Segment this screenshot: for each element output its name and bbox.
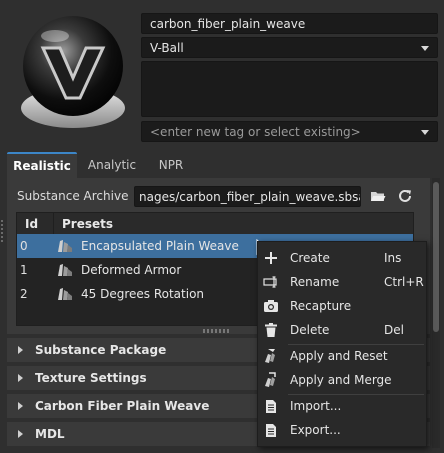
column-header-label: Id — [25, 216, 39, 231]
section-label: Substance Package — [35, 343, 167, 357]
tab-label: Realistic — [13, 159, 71, 173]
preset-icon — [57, 239, 73, 253]
menu-item-label: Rename — [290, 275, 340, 289]
chevron-down-icon — [421, 45, 429, 51]
substance-archive-label: Substance Archive — [17, 189, 129, 203]
tab-label: NPR — [158, 158, 184, 172]
expand-arrow-icon — [18, 402, 23, 410]
tab-npr[interactable]: NPR — [148, 152, 194, 178]
splitter-handle[interactable] — [1, 220, 3, 242]
tag-placeholder: <enter new tag or select existing> — [150, 124, 361, 139]
import-icon — [263, 398, 279, 414]
menu-item-label: Recapture — [290, 299, 352, 313]
section-label: Texture Settings — [35, 371, 147, 385]
column-header-label: Presets — [62, 216, 114, 231]
menu-item-delete[interactable]: Delete Del — [258, 318, 426, 342]
tab-realistic[interactable]: Realistic — [7, 152, 77, 178]
section-label: Carbon Fiber Plain Weave — [35, 399, 210, 413]
menu-item-label: Apply and Merge — [290, 373, 392, 387]
resize-grip[interactable] — [203, 329, 229, 333]
preset-icon — [57, 263, 73, 277]
preset-icon — [57, 287, 73, 301]
menu-item-shortcut: Del — [384, 323, 404, 337]
tag-combobox[interactable]: <enter new tag or select existing> — [141, 121, 438, 142]
menu-item-label: Apply and Reset — [290, 349, 388, 363]
menu-item-label: Delete — [290, 323, 330, 337]
plus-icon — [263, 250, 279, 266]
rename-icon — [263, 274, 279, 290]
column-header-presets[interactable]: Presets — [54, 213, 413, 234]
preset-name: Encapsulated Plain Weave — [81, 239, 239, 253]
chevron-down-icon — [421, 129, 429, 135]
menu-item-label: Import... — [290, 399, 342, 413]
menu-item-label: Create — [290, 251, 330, 265]
menu-item-apply-and-reset[interactable]: Apply and Reset — [258, 344, 426, 368]
trash-icon — [263, 322, 279, 338]
material-name-value: carbon_fiber_plain_weave — [150, 16, 306, 31]
menu-item-label: Export... — [290, 423, 341, 437]
expand-arrow-icon — [18, 430, 23, 438]
expand-arrow-icon — [18, 346, 23, 354]
column-header-id[interactable]: Id — [17, 213, 54, 234]
preset-name: Deformed Armor — [81, 263, 182, 277]
menu-item-shortcut: Ins — [384, 251, 402, 265]
export-icon — [263, 422, 279, 438]
menu-item-export[interactable]: Export... — [258, 418, 426, 442]
preview-shape-dropdown[interactable]: V-Ball — [141, 37, 438, 58]
apply-reset-icon — [263, 348, 279, 364]
preset-name: 45 Degrees Rotation — [81, 287, 205, 301]
folder-open-icon[interactable] — [370, 188, 386, 204]
apply-merge-icon — [263, 372, 279, 388]
substance-archive-path-field[interactable]: nages/carbon_fiber_plain_weave.sbsar — [134, 186, 361, 207]
section-label: MDL — [35, 427, 65, 441]
expand-arrow-icon — [18, 374, 23, 382]
preset-id: 1 — [20, 263, 28, 277]
substance-archive-path: nages/carbon_fiber_plain_weave.sbsar — [139, 189, 361, 204]
scrollbar-thumb[interactable] — [433, 182, 439, 332]
preview-shape-value: V-Ball — [150, 40, 184, 55]
refresh-icon[interactable] — [397, 188, 413, 204]
menu-item-import[interactable]: Import... — [258, 394, 426, 418]
camera-icon — [263, 298, 279, 314]
material-preview-thumbnail — [10, 8, 136, 134]
preset-id: 0 — [20, 239, 28, 253]
menu-item-rename[interactable]: Rename Ctrl+R — [258, 270, 426, 294]
menu-item-recapture[interactable]: Recapture — [258, 294, 426, 318]
tab-label: Analytic — [87, 158, 137, 172]
description-textarea[interactable] — [141, 61, 438, 117]
menu-item-apply-and-merge[interactable]: Apply and Merge — [258, 368, 426, 392]
material-name-field[interactable]: carbon_fiber_plain_weave — [141, 13, 438, 34]
menu-item-create[interactable]: Create Ins — [258, 246, 426, 270]
scrollbar-track[interactable] — [432, 178, 440, 448]
menu-item-shortcut: Ctrl+R — [384, 275, 424, 289]
presets-context-menu: Create Ins Rename Ctrl+R Recapture Delet… — [257, 241, 427, 447]
preset-id: 2 — [20, 287, 28, 301]
tab-analytic[interactable]: Analytic — [79, 152, 145, 178]
